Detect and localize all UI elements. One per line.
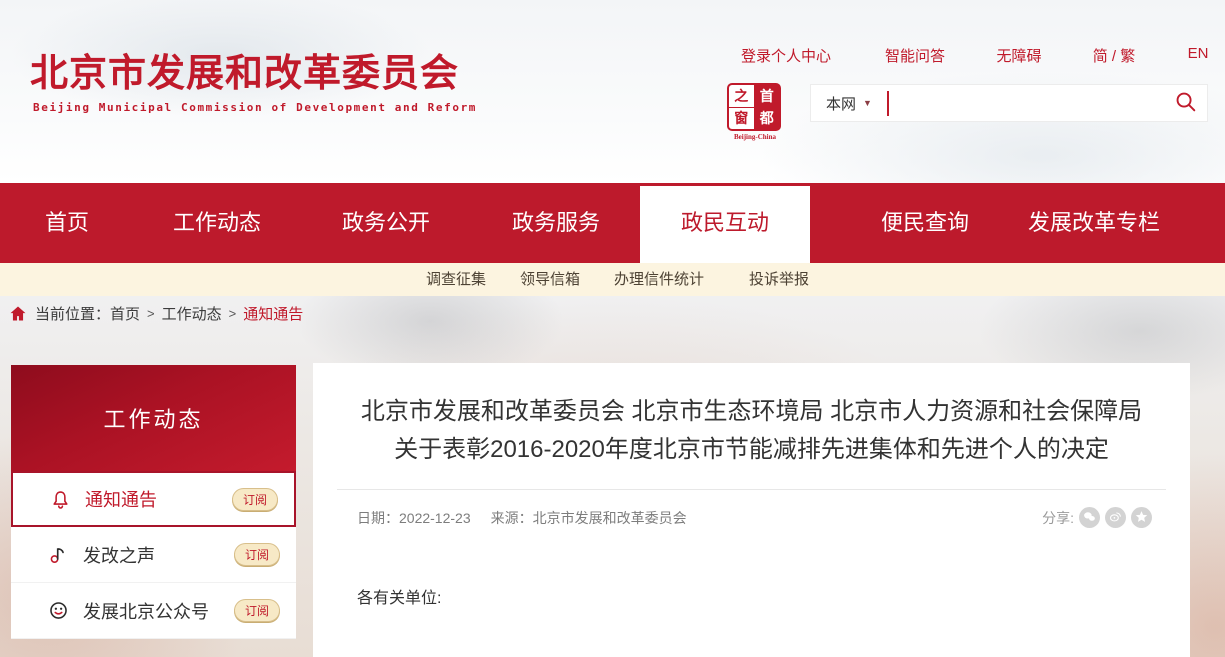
- sub-nav: 调查征集 领导信箱 办理信件统计 投诉举报: [0, 263, 1225, 296]
- article-panel: 北京市发展和改革委员会 北京市生态环境局 北京市人力资源和社会保障局关于表彰20…: [313, 363, 1190, 657]
- site-subtitle: Beijing Municipal Commission of Developm…: [33, 101, 477, 114]
- share-qzone-button[interactable]: [1131, 507, 1152, 528]
- breadcrumb-separator: >: [147, 306, 155, 321]
- weibo-share-icon: [1109, 510, 1122, 526]
- seal-caption: Beijing-China: [727, 133, 783, 141]
- search-box: 本网 ▼: [810, 84, 1208, 122]
- subnav-item-survey[interactable]: 调查征集: [426, 263, 486, 296]
- nav-item-convenience-query[interactable]: 便民查询: [881, 183, 969, 263]
- site-title[interactable]: 北京市发展和改革委员会: [30, 42, 459, 97]
- share-weibo-button[interactable]: [1105, 507, 1126, 528]
- article-title: 北京市发展和改革委员会 北京市生态环境局 北京市人力资源和社会保障局关于表彰20…: [351, 393, 1152, 469]
- sidebar-item-label: 通知通告: [85, 486, 232, 512]
- breadcrumb-item-work-news[interactable]: 工作动态: [162, 303, 222, 324]
- breadcrumb-item-current[interactable]: 通知通告: [243, 303, 303, 324]
- breadcrumb: 当前位置： 首页 > 工作动态 > 通知通告: [10, 303, 303, 324]
- wechat-icon: [47, 600, 69, 622]
- share-label: 分享:: [1042, 508, 1074, 528]
- date-label: 日期：: [357, 510, 399, 526]
- search-scope-dropdown[interactable]: 本网 ▼: [826, 93, 872, 114]
- site-header: 北京市发展和改革委员会 Beijing Municipal Commission…: [0, 0, 1225, 183]
- sidebar-item-wechat-account[interactable]: 发展北京公众号 订阅: [11, 583, 296, 639]
- seal-char: 首: [755, 85, 780, 107]
- star-share-icon: [1135, 510, 1148, 526]
- top-link-smart-qa[interactable]: 智能问答: [885, 45, 945, 66]
- capital-window-seal-logo[interactable]: 之 首 窗 都 Beijing-China: [727, 83, 783, 141]
- seal-char: 之: [729, 85, 754, 107]
- seal-grid: 之 首 窗 都: [727, 83, 781, 131]
- seal-char: 窗: [729, 108, 754, 130]
- breadcrumb-separator: >: [229, 306, 237, 321]
- sidebar-title: 工作动态: [11, 365, 296, 471]
- search-button[interactable]: [1167, 85, 1203, 121]
- home-icon[interactable]: [10, 306, 26, 321]
- main-nav: 首页 工作动态 政务公开 政务服务 政民互动 便民查询 发展改革专栏: [0, 183, 1225, 263]
- nav-item-public-interaction-active[interactable]: 政民互动: [640, 186, 810, 263]
- subscribe-button[interactable]: 订阅: [232, 488, 278, 511]
- sidebar: 工作动态 通知通告 订阅 发改之声 订阅: [11, 365, 296, 639]
- subscribe-button[interactable]: 订阅: [234, 599, 280, 622]
- article-source: 北京市发展和改革委员会: [533, 510, 687, 526]
- nav-item-reform-special[interactable]: 发展改革专栏: [1028, 183, 1160, 263]
- article-date: 2022-12-23: [399, 510, 471, 526]
- divider: [337, 489, 1166, 490]
- share-wechat-button[interactable]: [1079, 507, 1100, 528]
- nav-item-gov-services[interactable]: 政务服务: [512, 183, 600, 263]
- nav-item-home[interactable]: 首页: [45, 183, 89, 263]
- article-body-first-line: 各有关单位:: [357, 584, 1152, 608]
- top-link-english[interactable]: EN: [1188, 45, 1209, 62]
- breadcrumb-item-home[interactable]: 首页: [110, 303, 140, 324]
- subnav-item-complaint[interactable]: 投诉举报: [749, 263, 809, 296]
- search-icon: [1174, 90, 1197, 116]
- source-label: 来源：: [491, 510, 533, 526]
- sidebar-item-ndrc-voice[interactable]: 发改之声 订阅: [11, 527, 296, 583]
- search-input[interactable]: [889, 85, 1167, 121]
- nav-item-gov-disclosure[interactable]: 政务公开: [342, 183, 430, 263]
- subscribe-button[interactable]: 订阅: [234, 543, 280, 566]
- page: 北京市发展和改革委员会 Beijing Municipal Commission…: [0, 0, 1225, 657]
- top-link-login[interactable]: 登录个人中心: [741, 45, 831, 66]
- sidebar-item-label: 发展北京公众号: [83, 598, 234, 624]
- wechat-share-icon: [1083, 510, 1096, 526]
- article-meta: 日期：2022-12-23 来源：北京市发展和改革委员会 分享:: [357, 507, 1152, 528]
- article-meta-left: 日期：2022-12-23 来源：北京市发展和改革委员会: [357, 508, 687, 528]
- nav-item-work-news[interactable]: 工作动态: [173, 183, 261, 263]
- chevron-down-icon: ▼: [863, 98, 872, 108]
- bell-icon: [49, 488, 71, 510]
- music-note-icon: [47, 544, 69, 566]
- seal-char: 都: [755, 108, 780, 130]
- top-link-accessibility[interactable]: 无障碍: [996, 45, 1041, 66]
- breadcrumb-label: 当前位置：: [35, 303, 110, 324]
- sidebar-item-notices[interactable]: 通知通告 订阅: [11, 471, 296, 527]
- share-bar: 分享:: [1042, 507, 1152, 528]
- subnav-item-letter-stats[interactable]: 办理信件统计: [614, 263, 704, 296]
- top-link-simplified-traditional[interactable]: 简 / 繁: [1093, 45, 1136, 66]
- search-scope-label: 本网: [826, 93, 856, 114]
- subnav-item-leader-mailbox[interactable]: 领导信箱: [520, 263, 580, 296]
- sidebar-item-label: 发改之声: [83, 542, 234, 568]
